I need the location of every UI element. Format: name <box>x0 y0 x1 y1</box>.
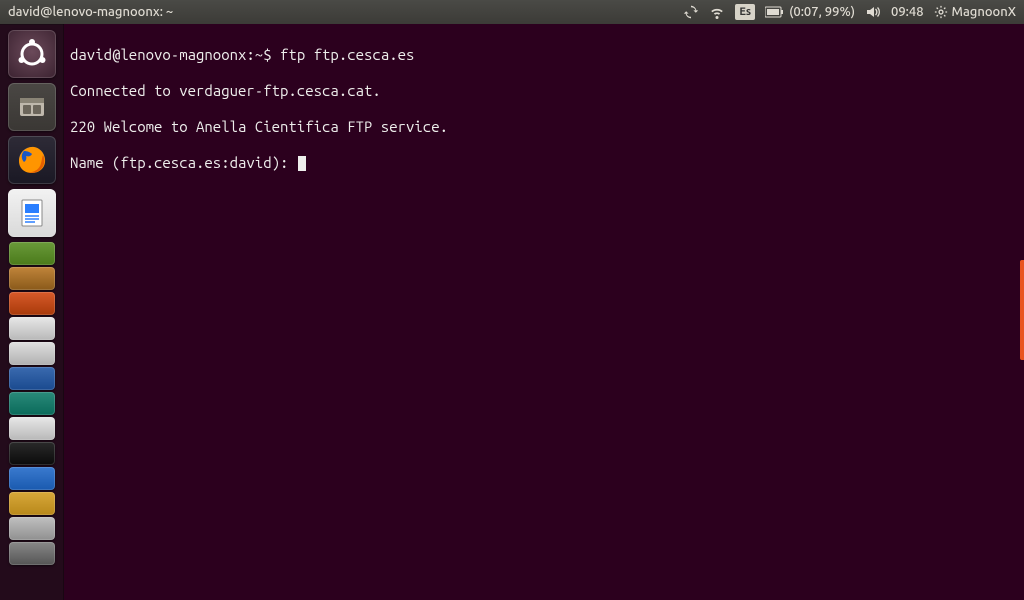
volume-icon[interactable] <box>865 4 881 20</box>
scrollbar[interactable] <box>1020 260 1024 360</box>
terminal-line-3: Name (ftp.cesca.es:david): <box>70 154 1018 172</box>
terminal-line-1: Connected to verdaguer-ftp.cesca.cat. <box>70 82 1018 100</box>
keyboard-layout-badge: Es <box>735 4 755 20</box>
firefox-icon <box>13 141 51 179</box>
indicator-area: Es (0:07, 99%) 09:48 MagnoonX <box>683 4 1024 20</box>
terminal-command: ftp ftp.cesca.es <box>280 46 414 63</box>
launcher-app-5[interactable] <box>9 242 55 265</box>
battery-icon <box>765 6 785 18</box>
launcher-app-9[interactable] <box>9 342 55 365</box>
session-name: MagnoonX <box>952 5 1016 19</box>
terminal-cursor <box>298 156 306 171</box>
launcher-app-7[interactable] <box>9 292 55 315</box>
launcher-app-11[interactable] <box>9 392 55 415</box>
launcher-app-10[interactable] <box>9 367 55 390</box>
file-manager-icon <box>15 90 49 124</box>
ubuntu-icon <box>14 36 50 72</box>
sync-icon[interactable] <box>683 4 699 20</box>
launcher-app-15[interactable] <box>9 492 55 515</box>
session-menu[interactable]: MagnoonX <box>934 5 1016 19</box>
clock[interactable]: 09:48 <box>891 5 924 19</box>
gear-icon <box>934 5 948 19</box>
document-icon <box>15 196 49 230</box>
launcher-app-14[interactable] <box>9 467 55 490</box>
window-title: david@lenovo-magnoonx: ~ <box>0 5 683 19</box>
launcher-overflow <box>9 242 55 565</box>
launcher-files[interactable] <box>8 83 56 131</box>
battery-indicator[interactable]: (0:07, 99%) <box>765 5 855 19</box>
launcher-writer[interactable] <box>8 189 56 237</box>
launcher-app-16[interactable] <box>9 517 55 540</box>
wifi-icon[interactable] <box>709 4 725 20</box>
launcher-app-6[interactable] <box>9 267 55 290</box>
launcher-dash[interactable] <box>8 30 56 78</box>
launcher-trash[interactable] <box>9 542 55 565</box>
terminal-line-2: 220 Welcome to Anella Cientifica FTP ser… <box>70 118 1018 136</box>
launcher-app-12[interactable] <box>9 417 55 440</box>
top-menubar: david@lenovo-magnoonx: ~ Es (0:07, 99%) … <box>0 0 1024 24</box>
terminal-name-prompt: Name (ftp.cesca.es:david): <box>70 154 297 171</box>
keyboard-layout-indicator[interactable]: Es <box>735 4 755 20</box>
terminal-line-prompt: david@lenovo-magnoonx:~$ ftp ftp.cesca.e… <box>70 46 1018 64</box>
launcher-firefox[interactable] <box>8 136 56 184</box>
launcher <box>0 24 64 600</box>
terminal[interactable]: david@lenovo-magnoonx:~$ ftp ftp.cesca.e… <box>64 24 1024 600</box>
battery-text: (0:07, 99%) <box>789 5 855 19</box>
launcher-app-13[interactable] <box>9 442 55 465</box>
terminal-prompt: david@lenovo-magnoonx:~$ <box>70 46 280 63</box>
launcher-app-8[interactable] <box>9 317 55 340</box>
